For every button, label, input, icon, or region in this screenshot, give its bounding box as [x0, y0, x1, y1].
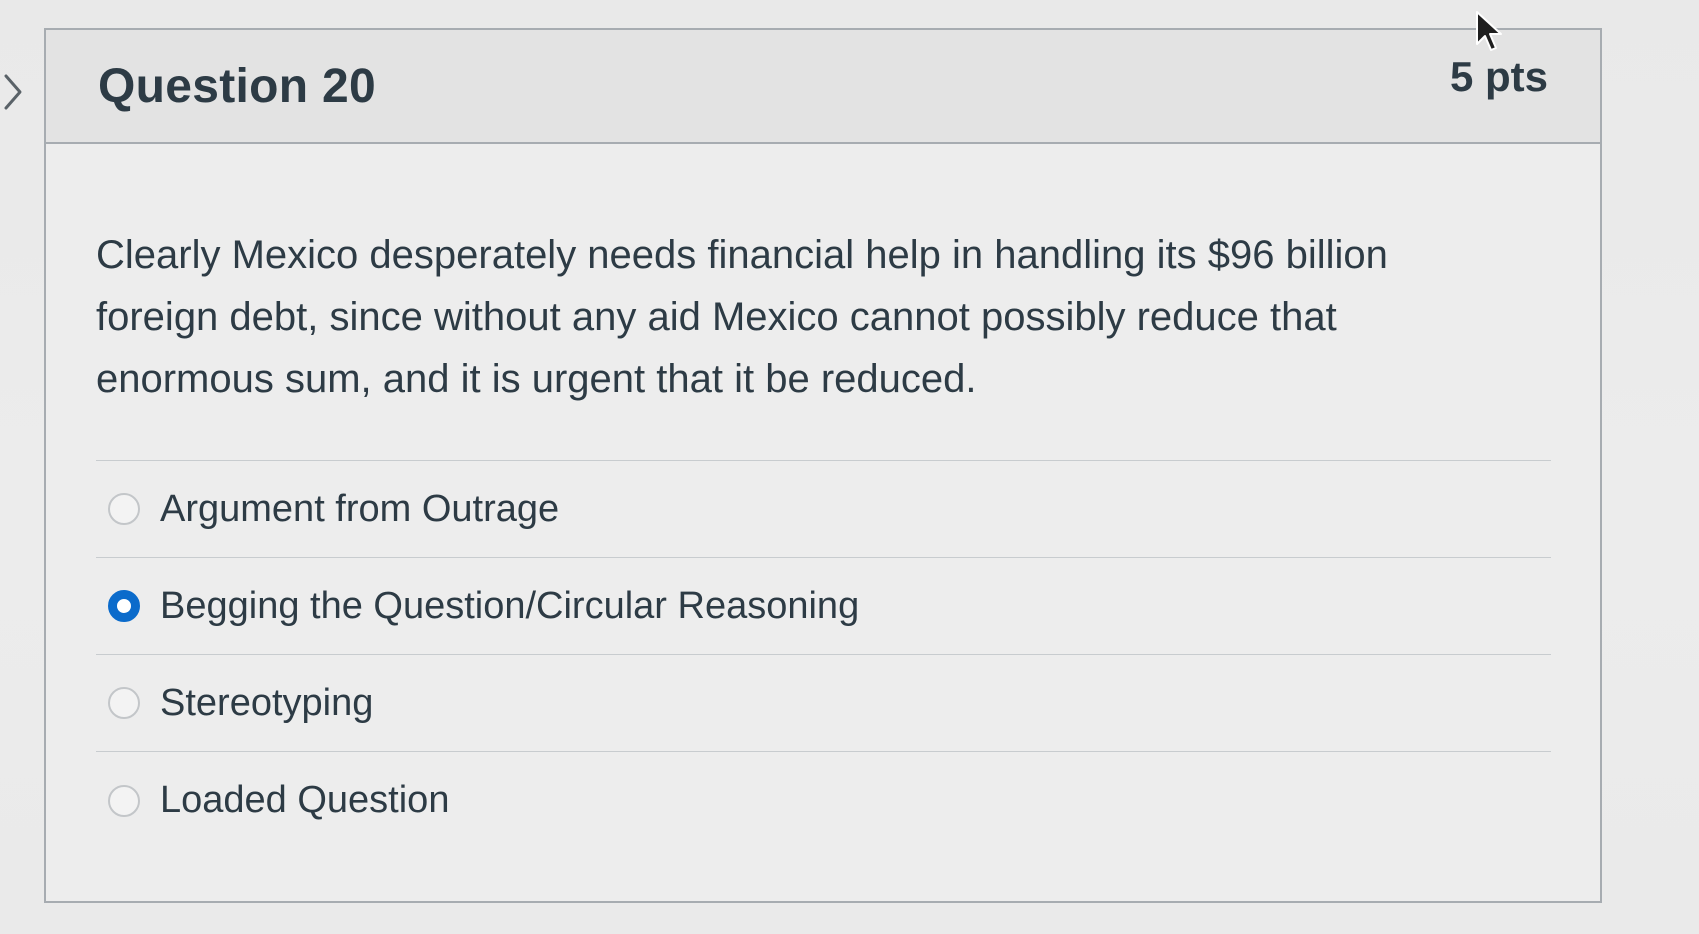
answer-option[interactable]: Loaded Question	[96, 752, 1551, 849]
answer-list: Argument from Outrage Begging the Questi…	[96, 460, 1551, 849]
quiz-page: Question 20 5 pts Clearly Mexico despera…	[0, 0, 1699, 934]
question-card: Question 20 5 pts Clearly Mexico despera…	[44, 28, 1602, 903]
question-text: Clearly Mexico desperately needs financi…	[96, 233, 1388, 401]
chevron-right-icon[interactable]	[0, 70, 26, 114]
answer-label[interactable]: Stereotyping	[160, 682, 373, 725]
answer-label[interactable]: Argument from Outrage	[160, 488, 559, 531]
answer-option[interactable]: Argument from Outrage	[96, 461, 1551, 558]
radio-button[interactable]	[108, 590, 140, 622]
answer-label[interactable]: Begging the Question/Circular Reasoning	[160, 585, 859, 628]
answer-label[interactable]: Loaded Question	[160, 779, 449, 822]
question-points: 5 pts	[1449, 53, 1548, 100]
answer-option[interactable]: Begging the Question/Circular Reasoning	[96, 558, 1551, 655]
radio-button[interactable]	[108, 784, 140, 817]
question-header: Question 20 5 pts	[46, 30, 1600, 144]
question-title: Question 20	[98, 59, 377, 113]
answer-option[interactable]: Stereotyping	[96, 655, 1551, 752]
question-body: Clearly Mexico desperately needs financi…	[46, 144, 1600, 849]
mouse-pointer-icon	[1474, 10, 1504, 54]
radio-button[interactable]	[108, 687, 140, 719]
radio-button[interactable]	[108, 493, 140, 525]
